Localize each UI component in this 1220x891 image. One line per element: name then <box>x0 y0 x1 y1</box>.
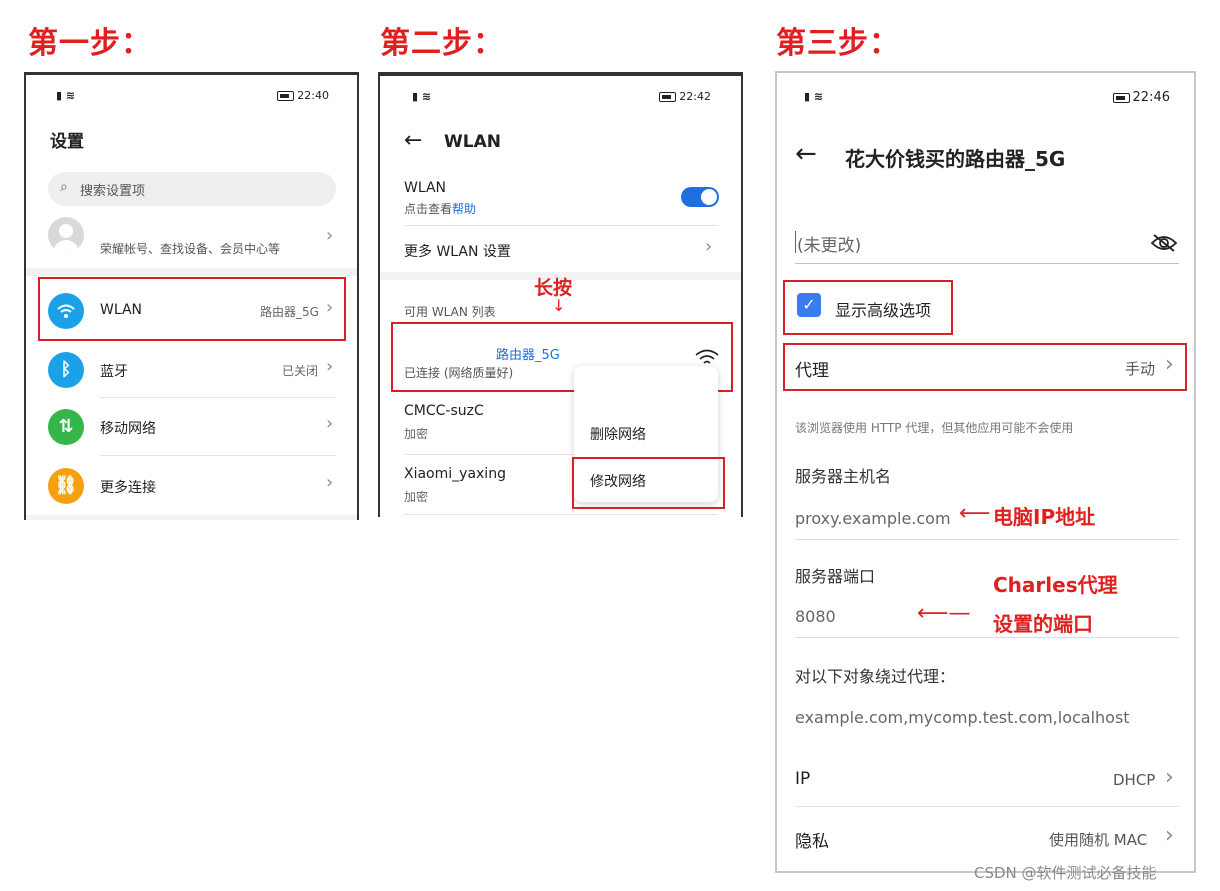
wlan-help-prefix: 点击查看 <box>404 202 453 216</box>
highlight-box <box>38 277 346 341</box>
highlight-box <box>572 457 725 509</box>
bypass-value: example.com,mycomp.test.com,localhost <box>795 708 1130 727</box>
page-title: WLAN <box>444 132 501 152</box>
more-wlan-settings[interactable]: 更多 WLAN 设置 <box>404 241 511 261</box>
battery-icon <box>659 92 677 102</box>
bluetooth-icon: ᛒ <box>48 352 84 388</box>
account-text[interactable]: 荣耀帐号、查找设备、会员中心等 <box>100 240 280 257</box>
step-one-title: 第一步： <box>28 26 152 61</box>
signal-icon: ▮ ≋ <box>56 89 76 102</box>
page-title: 设置 <box>50 132 84 152</box>
network-security: 加密 <box>404 427 429 441</box>
privacy-label: 隐私 <box>795 832 829 852</box>
chevron-right-icon: › <box>326 472 334 493</box>
settings-item-bluetooth[interactable]: ᛒ 蓝牙 已关闭 › <box>26 343 356 397</box>
password-placeholder: (未更改) <box>797 236 862 256</box>
arrow-down-icon: ↓ <box>552 296 566 315</box>
settings-item-label: 更多连接 <box>100 480 156 496</box>
arrow-left-icon: ⟵ <box>959 501 991 526</box>
network-item[interactable]: Xiaomi_yaxing 加密 <box>380 459 570 517</box>
port-input[interactable]: 8080 <box>795 605 1179 638</box>
search-input[interactable]: ⌕ 搜索设置项 <box>48 172 336 206</box>
privacy-value: 使用随机 MAC <box>1049 831 1148 849</box>
port-annotation-line2: 设置的端口 <box>993 612 1093 636</box>
status-time: 22:40 <box>297 89 329 102</box>
settings-item-label: 蓝牙 <box>100 364 128 380</box>
signal-icon: ▮ ≋ <box>804 90 824 103</box>
port-value: 8080 <box>795 607 836 626</box>
host-label: 服务器主机名 <box>795 467 892 486</box>
arrow-left-icon: ⟵— <box>917 601 971 626</box>
page-title: 花大价钱买的路由器_5G <box>845 147 1066 171</box>
chevron-right-icon: › <box>705 236 713 257</box>
back-arrow-icon[interactable]: ← <box>795 139 817 169</box>
chevron-right-icon: › <box>1165 765 1174 790</box>
signal-icon: ▮ ≋ <box>412 90 432 103</box>
battery-icon <box>277 91 295 101</box>
settings-item-more-connections[interactable]: ⛓ 更多连接 › <box>26 459 356 513</box>
wlan-screen: ▮ ≋ 22:42 ← WLAN WLAN 点击查看帮助 更多 WLAN 设置 … <box>378 72 743 517</box>
chevron-right-icon: › <box>326 225 334 246</box>
settings-item-value: 已关闭 <box>282 364 319 378</box>
ip-row[interactable]: IP DHCP › <box>777 757 1187 805</box>
step-three-title: 第三步： <box>776 26 900 61</box>
link-icon: ⛓ <box>48 468 84 504</box>
settings-item-mobile-network[interactable]: ⇅ 移动网络 › <box>26 400 356 454</box>
settings-item-label: 移动网络 <box>100 421 156 437</box>
chevron-right-icon: › <box>326 356 334 377</box>
settings-screen: ▮ ≋ 22:40 设置 ⌕ 搜索设置项 荣耀帐号、查找设备、会员中心等 › W… <box>24 72 359 520</box>
wlan-toggle[interactable] <box>681 187 719 207</box>
back-arrow-icon[interactable]: ← <box>404 128 422 153</box>
help-link[interactable]: 帮助 <box>452 202 476 216</box>
privacy-row[interactable]: 隐私 使用随机 MAC › <box>777 815 1187 863</box>
battery-icon <box>1112 92 1130 103</box>
bypass-input[interactable]: example.com,mycomp.test.com,localhost <box>795 706 1179 738</box>
chevron-right-icon: › <box>326 413 334 434</box>
highlight-box <box>783 343 1187 391</box>
network-ssid: CMCC-suzC <box>404 403 484 419</box>
mobile-data-icon: ⇅ <box>48 409 84 445</box>
avatar[interactable] <box>48 217 84 253</box>
divider <box>26 268 357 276</box>
port-label: 服务器端口 <box>795 567 876 586</box>
bypass-label: 对以下对象绕过代理： <box>795 667 956 686</box>
proxy-note: 该浏览器使用 HTTP 代理，但其他应用可能不会使用 <box>795 421 1074 435</box>
network-ssid: Xiaomi_yaxing <box>404 466 506 482</box>
status-time: 22:46 <box>1132 90 1170 105</box>
available-wlan-header: 可用 WLAN 列表 <box>404 305 496 319</box>
status-time: 22:42 <box>679 90 711 103</box>
chevron-right-icon: › <box>1165 823 1174 848</box>
search-icon: ⌕ <box>60 179 68 195</box>
eye-off-icon[interactable] <box>1150 233 1178 257</box>
network-item[interactable]: CMCC-suzC 加密 <box>380 396 570 454</box>
delete-network-item[interactable]: 删除网络 <box>590 424 646 444</box>
step-two-title: 第二步： <box>380 26 504 61</box>
host-value: proxy.example.com <box>795 509 951 528</box>
highlight-box <box>783 280 953 335</box>
password-field[interactable]: (未更改) <box>795 229 1179 264</box>
host-annotation: 电脑IP地址 <box>993 505 1096 529</box>
watermark: CSDN @软件测试必备技能 <box>974 864 1157 882</box>
wlan-toggle-label: WLAN <box>404 180 447 196</box>
text-cursor <box>795 231 796 253</box>
network-security: 加密 <box>404 490 429 504</box>
modify-network-screen: ▮ ≋ 22:46 ← 花大价钱买的路由器_5G (未更改) ✓ 显示高级选项 … <box>775 71 1196 873</box>
port-annotation-line1: Charles代理 <box>993 573 1118 597</box>
ip-label: IP <box>795 769 811 789</box>
search-placeholder: 搜索设置项 <box>80 184 146 199</box>
ip-value: DHCP <box>1113 771 1156 789</box>
